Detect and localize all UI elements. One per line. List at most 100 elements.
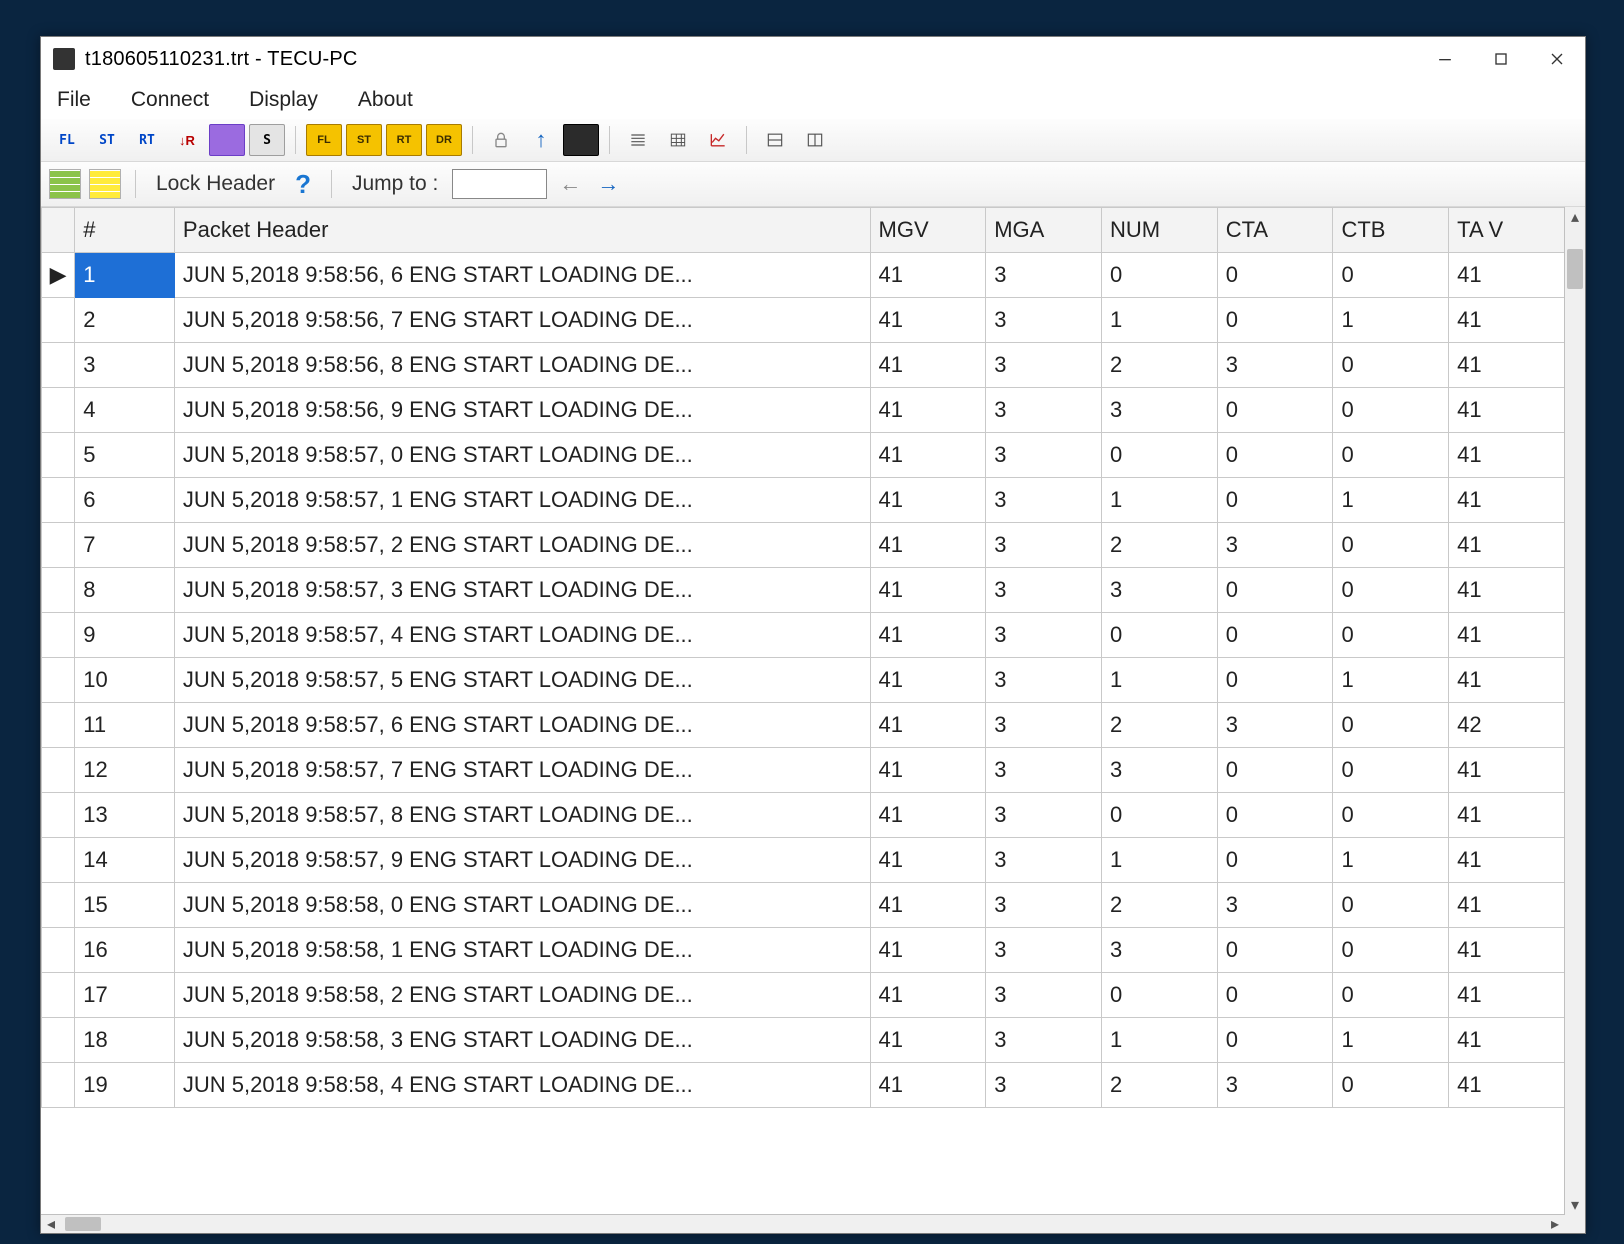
col-num[interactable]: NUM [1101,208,1217,253]
cell-cta[interactable]: 3 [1217,343,1333,388]
cell-num[interactable]: 3 [1101,748,1217,793]
table-row[interactable]: 7JUN 5,2018 9:58:57, 2 ENG START LOADING… [42,523,1565,568]
arrow-up-icon[interactable]: ↑ [523,124,559,156]
cell-n[interactable]: 6 [75,478,175,523]
cell-tav[interactable]: 42 [1449,703,1565,748]
cell-mgv[interactable]: 41 [870,703,986,748]
cell-num[interactable]: 0 [1101,433,1217,478]
vscroll-thumb[interactable] [1567,249,1583,289]
table-row[interactable]: 4JUN 5,2018 9:58:56, 9 ENG START LOADING… [42,388,1565,433]
table-row[interactable]: 9JUN 5,2018 9:58:57, 4 ENG START LOADING… [42,613,1565,658]
cell-mga[interactable]: 3 [986,253,1102,298]
row-marker[interactable] [42,568,75,613]
toolbar-st-yellow-button[interactable]: ST [346,124,382,156]
cell-ctb[interactable]: 1 [1333,658,1449,703]
menu-display[interactable]: Display [243,84,324,116]
cell-mgv[interactable]: 41 [870,298,986,343]
cell-mgv[interactable]: 41 [870,883,986,928]
scroll-down-icon[interactable]: ▾ [1565,1195,1585,1215]
cell-mgv[interactable]: 41 [870,748,986,793]
table-row[interactable]: ▶1JUN 5,2018 9:58:56, 6 ENG START LOADIN… [42,253,1565,298]
cell-ph[interactable]: JUN 5,2018 9:58:58, 0 ENG START LOADING … [174,883,870,928]
cell-mgv[interactable]: 41 [870,253,986,298]
toolbar-rt-button[interactable]: RT [129,124,165,156]
cell-ph[interactable]: JUN 5,2018 9:58:58, 3 ENG START LOADING … [174,1018,870,1063]
cell-ctb[interactable]: 0 [1333,343,1449,388]
list-view-icon[interactable] [620,124,656,156]
cell-ctb[interactable]: 0 [1333,928,1449,973]
col-packet-header[interactable]: Packet Header [174,208,870,253]
cell-num[interactable]: 2 [1101,1063,1217,1108]
cell-cta[interactable]: 0 [1217,433,1333,478]
row-marker[interactable] [42,388,75,433]
cell-cta[interactable]: 0 [1217,298,1333,343]
cell-n[interactable]: 13 [75,793,175,838]
toolbar-rt-yellow-button[interactable]: RT [386,124,422,156]
cell-ctb[interactable]: 0 [1333,523,1449,568]
cell-ph[interactable]: JUN 5,2018 9:58:57, 6 ENG START LOADING … [174,703,870,748]
cell-mga[interactable]: 3 [986,883,1102,928]
cell-tav[interactable]: 41 [1449,883,1565,928]
cell-mgv[interactable]: 41 [870,388,986,433]
menu-about[interactable]: About [352,84,419,116]
vertical-scrollbar[interactable]: ▴ ▾ [1564,207,1585,1215]
cell-ph[interactable]: JUN 5,2018 9:58:56, 8 ENG START LOADING … [174,343,870,388]
row-marker[interactable] [42,1018,75,1063]
cell-mgv[interactable]: 41 [870,928,986,973]
row-marker[interactable] [42,613,75,658]
cell-ctb[interactable]: 0 [1333,568,1449,613]
cell-ctb[interactable]: 0 [1333,433,1449,478]
row-marker[interactable] [42,928,75,973]
table-row[interactable]: 18JUN 5,2018 9:58:58, 3 ENG START LOADIN… [42,1018,1565,1063]
cell-ph[interactable]: JUN 5,2018 9:58:57, 2 ENG START LOADING … [174,523,870,568]
scroll-right-icon[interactable]: ▸ [1545,1215,1565,1233]
cell-cta[interactable]: 0 [1217,1018,1333,1063]
menu-file[interactable]: File [51,84,97,116]
cell-mga[interactable]: 3 [986,703,1102,748]
cell-n[interactable]: 19 [75,1063,175,1108]
cell-ctb[interactable]: 1 [1333,298,1449,343]
cell-num[interactable]: 2 [1101,883,1217,928]
row-marker[interactable] [42,748,75,793]
table-row[interactable]: 15JUN 5,2018 9:58:58, 0 ENG START LOADIN… [42,883,1565,928]
cell-ctb[interactable]: 0 [1333,613,1449,658]
cell-tav[interactable]: 41 [1449,838,1565,883]
row-marker[interactable] [42,838,75,883]
row-marker[interactable] [42,523,75,568]
table-row[interactable]: 2JUN 5,2018 9:58:56, 7 ENG START LOADING… [42,298,1565,343]
cell-mga[interactable]: 3 [986,928,1102,973]
grid-yellow-icon[interactable] [89,169,121,199]
cell-mgv[interactable]: 41 [870,1018,986,1063]
cell-cta[interactable]: 0 [1217,928,1333,973]
cell-mga[interactable]: 3 [986,1018,1102,1063]
row-marker[interactable] [42,793,75,838]
cell-ph[interactable]: JUN 5,2018 9:58:57, 0 ENG START LOADING … [174,433,870,478]
toolbar-fl-yellow-button[interactable]: FL [306,124,342,156]
cell-tav[interactable]: 41 [1449,658,1565,703]
cell-tav[interactable]: 41 [1449,433,1565,478]
cell-tav[interactable]: 41 [1449,973,1565,1018]
cell-cta[interactable]: 0 [1217,478,1333,523]
col-tav[interactable]: TA V [1449,208,1565,253]
cell-mgv[interactable]: 41 [870,523,986,568]
toolbar-square-purple-icon[interactable] [209,124,245,156]
cell-n[interactable]: 10 [75,658,175,703]
cell-mga[interactable]: 3 [986,298,1102,343]
col-ctb[interactable]: CTB [1333,208,1449,253]
cell-mga[interactable]: 3 [986,973,1102,1018]
toolbar-s-icon[interactable]: S [249,124,285,156]
jump-prev-button[interactable]: ← [555,170,585,198]
menu-connect[interactable]: Connect [125,84,215,116]
cell-num[interactable]: 3 [1101,928,1217,973]
cell-mga[interactable]: 3 [986,838,1102,883]
maximize-button[interactable] [1473,37,1529,81]
chart-icon[interactable] [700,124,736,156]
cell-ph[interactable]: JUN 5,2018 9:58:58, 4 ENG START LOADING … [174,1063,870,1108]
row-marker[interactable]: ▶ [42,253,75,298]
cell-cta[interactable]: 0 [1217,748,1333,793]
cell-ctb[interactable]: 0 [1333,1063,1449,1108]
cell-ph[interactable]: JUN 5,2018 9:58:58, 2 ENG START LOADING … [174,973,870,1018]
split-vertical-icon[interactable] [797,124,833,156]
cell-num[interactable]: 0 [1101,793,1217,838]
cell-mga[interactable]: 3 [986,388,1102,433]
